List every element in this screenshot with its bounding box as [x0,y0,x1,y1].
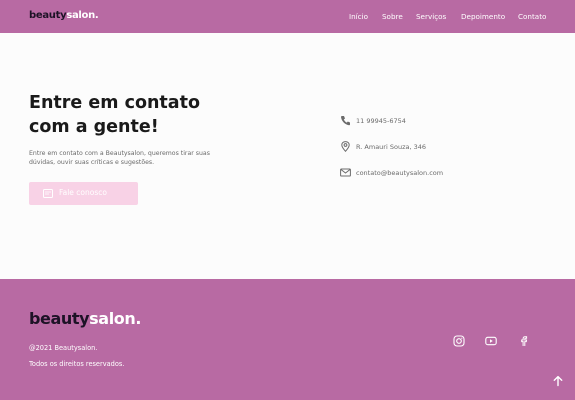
contact-us-label: Fale conosco [59,188,107,197]
header-logo[interactable]: beautysalon. [29,10,99,21]
footer-logo-part-2: salon. [89,309,142,328]
footer: beautysalon. @2021 Beautysalon. Todos os… [0,279,575,400]
nav-contato[interactable]: Contato [518,12,546,21]
mail-icon [340,168,351,177]
contact-description: Entre em contato com a Beautysalon, quer… [29,150,210,166]
logo-part-1: beauty [29,10,67,21]
youtube-icon[interactable] [485,335,497,347]
logo-part-2: salon. [66,10,99,21]
rights-text: Todos os direitos reservados. [29,360,125,368]
footer-logo-part-1: beauty [29,309,90,328]
contact-us-button[interactable]: Fale conosco [29,182,138,205]
header: beautysalon. Início Sobre Serviços Depoi… [0,0,575,33]
instagram-icon[interactable] [453,335,465,347]
phone-number: 11 99945-6754 [356,117,406,125]
copyright-text: @2021 Beautysalon. [29,344,98,352]
phone-icon [341,116,350,126]
nav-depoimento[interactable]: Depoimento [461,12,505,21]
facebook-icon[interactable] [518,335,530,347]
title-line-1: Entre em contato [29,93,200,113]
nav-sobre[interactable]: Sobre [382,12,403,21]
email-text: contato@beautysalon.com [356,169,444,177]
nav-inicio[interactable]: Início [349,12,368,21]
footer-logo[interactable]: beautysalon. [29,309,141,328]
location-pin-icon [341,141,350,152]
nav-servicos[interactable]: Serviços [416,12,446,21]
whatsapp-icon [43,189,53,198]
title-line-2: com a gente! [29,117,159,137]
arrow-up-icon[interactable] [552,375,564,387]
page-title: Entre em contato com a gente! [29,91,289,139]
address-text: R. Amauri Souza, 346 [356,143,426,151]
